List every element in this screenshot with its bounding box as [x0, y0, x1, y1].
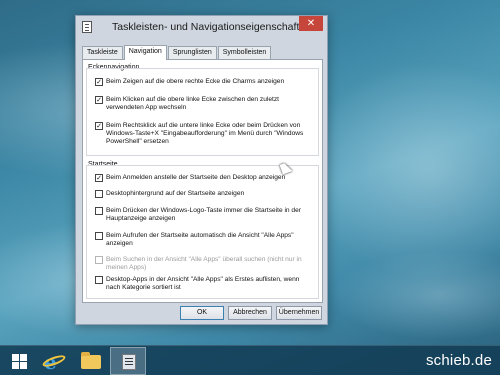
checkbox-search-everywhere	[95, 256, 103, 264]
option-powershell[interactable]: ✓ Beim Rechtsklick auf die untere linke …	[95, 122, 313, 146]
option-label: Desktophintergrund auf der Startseite an…	[106, 190, 245, 197]
option-all-apps-view[interactable]: Beim Aufrufen der Startseite automatisch…	[95, 232, 307, 248]
dialog-title: Taskleisten- und Navigationseigenschafte…	[112, 21, 312, 33]
cancel-button[interactable]: Abbrechen	[228, 306, 272, 320]
option-wallpaper-start[interactable]: Desktophintergrund auf der Startseite an…	[95, 190, 313, 198]
option-label: Beim Drücken der Windows-Logo-Taste imme…	[106, 207, 301, 222]
tab-strip: Taskleiste Navigation Sprunglisten Symbo…	[82, 45, 272, 60]
wallpaper-wave	[330, 250, 500, 340]
windows-logo-icon[interactable]	[8, 349, 34, 373]
option-label: Beim Zeigen auf die obere rechte Ecke di…	[106, 78, 285, 85]
apply-button[interactable]: Übernehmen	[276, 306, 322, 320]
tab-taskleiste[interactable]: Taskleiste	[82, 46, 123, 59]
option-label: Beim Klicken auf die obere linke Ecke zw…	[106, 96, 279, 111]
checkbox-charms[interactable]: ✓	[95, 78, 103, 86]
taskbar-properties-icon[interactable]	[110, 347, 146, 375]
close-button[interactable]: ✕	[299, 16, 323, 31]
option-search-everywhere: Beim Suchen in der Ansicht "Alle Apps" ü…	[95, 256, 307, 272]
option-label: Desktop-Apps in der Ansicht "Alle Apps" …	[106, 276, 300, 291]
option-main-display[interactable]: Beim Drücken der Windows-Logo-Taste imme…	[95, 207, 307, 223]
option-label: Beim Aufrufen der Startseite automatisch…	[106, 232, 294, 247]
option-label: Beim Rechtsklick auf die untere linke Ec…	[106, 122, 304, 145]
checkbox-desktop-login[interactable]: ✓	[95, 174, 103, 182]
dialog-titlebar[interactable]: Taskleisten- und Navigationseigenschafte…	[76, 16, 327, 40]
navigation-panel: Eckennavigation ✓ Beim Zeigen auf die ob…	[82, 59, 323, 303]
tab-sprunglisten[interactable]: Sprunglisten	[167, 46, 217, 59]
option-desktop-login[interactable]: ✓ Beim Anmelden anstelle der Startseite …	[95, 174, 313, 182]
checkbox-app-switch[interactable]: ✓	[95, 96, 103, 104]
option-desktop-apps-first[interactable]: Desktop-Apps in der Ansicht "Alle Apps" …	[95, 276, 307, 292]
tab-symbolleisten[interactable]: Symbolleisten	[217, 46, 272, 59]
checkbox-desktop-apps-first[interactable]	[95, 276, 103, 284]
tab-navigation[interactable]: Navigation	[123, 45, 167, 60]
file-explorer-icon[interactable]	[78, 349, 104, 373]
option-label: Beim Suchen in der Ansicht "Alle Apps" ü…	[106, 256, 302, 271]
checkbox-wallpaper-start[interactable]	[95, 190, 103, 198]
checkbox-all-apps-view[interactable]	[95, 232, 103, 240]
dialog-app-icon	[82, 21, 92, 33]
ok-button[interactable]: OK	[180, 306, 224, 320]
wallpaper-wave	[300, 60, 500, 280]
option-label: Beim Anmelden anstelle der Startseite de…	[106, 174, 286, 181]
option-charms[interactable]: ✓ Beim Zeigen auf die obere rechte Ecke …	[95, 78, 310, 86]
checkbox-powershell[interactable]: ✓	[95, 122, 103, 130]
option-app-switch[interactable]: ✓ Beim Klicken auf die obere linke Ecke …	[95, 96, 295, 112]
checkbox-main-display[interactable]	[95, 207, 103, 215]
internet-explorer-icon[interactable]: e	[41, 349, 68, 374]
watermark: schieb.de	[425, 352, 492, 369]
